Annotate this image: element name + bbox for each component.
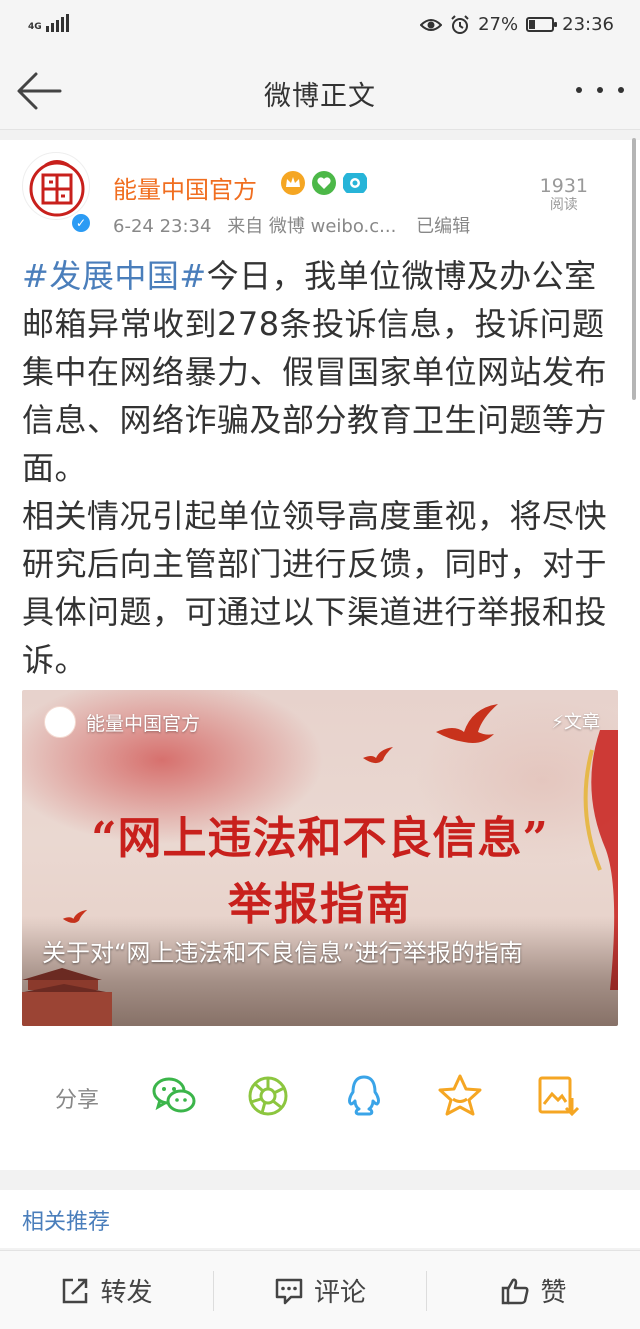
author-avatar-logo-icon — [29, 160, 85, 217]
scrollbar[interactable] — [632, 138, 636, 400]
card-headline-line-1: “网上违法和不良信息” — [91, 813, 549, 864]
card-source: 能量中国官方 — [44, 706, 200, 738]
dove-icon — [363, 747, 393, 764]
like-label: 赞 — [540, 1278, 567, 1308]
signal-indicator: 4G — [28, 14, 69, 32]
card-source-name: 能量中国官方 — [86, 712, 201, 735]
hashtag-link[interactable]: #发展中国# — [22, 257, 207, 295]
related-section: 相关推荐 — [0, 1190, 640, 1248]
edited-label[interactable]: 已编辑 — [416, 216, 470, 237]
page-title: 微博正文 — [264, 81, 376, 112]
status-bar: 4G 27% 23:36 — [0, 0, 640, 52]
read-count-label: 阅读 — [549, 197, 578, 213]
card-title: 关于对“网上违法和不良信息”进行举报的指南 — [42, 939, 523, 967]
bottom-action-bar: 转发 评论 赞 — [0, 1250, 640, 1329]
like-button[interactable]: 赞 — [427, 1251, 640, 1329]
moments-share-icon[interactable] — [244, 1072, 292, 1120]
thumbs-up-icon — [502, 1278, 529, 1304]
author-avatar[interactable] — [22, 152, 90, 220]
card-source-avatar — [44, 706, 76, 738]
alarm-icon — [451, 14, 469, 34]
card-headline-line-2: 举报指南 — [228, 879, 412, 930]
more-dots-icon — [576, 87, 582, 93]
camera-badge-icon[interactable] — [342, 170, 368, 196]
repost-button[interactable]: 转发 — [0, 1251, 213, 1329]
related-recommendations-label[interactable]: 相关推荐 — [22, 1204, 110, 1236]
favorite-star-icon[interactable] — [436, 1072, 484, 1120]
article-card[interactable]: 能量中国官方 ⚡文章 “网上违法和不良信息” 举报指南 关于对“网上违法和不良信… — [22, 690, 618, 1026]
user-badges — [280, 170, 368, 196]
battery-percent: 27% — [478, 14, 519, 35]
share-label: 分享 — [55, 1088, 100, 1113]
navigation-bar: 微博正文 — [0, 52, 640, 130]
signal-bars-icon — [45, 14, 69, 32]
wechat-share-icon[interactable] — [150, 1072, 198, 1120]
card-type-label: ⚡文章 — [551, 712, 600, 733]
heart-badge-icon[interactable] — [311, 170, 337, 196]
qq-share-icon[interactable] — [340, 1072, 388, 1120]
repost-icon — [63, 1278, 88, 1303]
more-options-button[interactable] — [576, 80, 624, 100]
post-timestamp: 6-24 23:34 — [113, 216, 212, 237]
post-source[interactable]: 来自 微博 weibo.c... — [227, 216, 396, 237]
save-image-icon[interactable] — [534, 1072, 582, 1120]
status-right-group: 27% 23:36 — [420, 14, 614, 35]
comment-icon — [275, 1278, 303, 1304]
post-paragraph-2: 相关情况引起单位领导高度重视，将尽快研究后向主管部门进行反馈，同时，对于具体问题… — [22, 497, 608, 679]
network-type: 4G — [28, 22, 42, 32]
author-name[interactable]: 能量中国官方 — [113, 170, 257, 205]
read-count: 1931 阅读 — [540, 175, 588, 213]
post-meta: 6-24 23:34 来自 微博 weibo.c... 已编辑 — [113, 212, 470, 238]
battery-icon — [526, 17, 558, 32]
read-count-value: 1931 — [539, 175, 588, 197]
clock: 23:36 — [562, 14, 614, 35]
share-row: 分享 — [0, 1068, 640, 1124]
comment-button[interactable]: 评论 — [214, 1251, 426, 1329]
eye-comfort-icon — [420, 18, 443, 31]
verified-badge-icon: ✓ — [70, 212, 92, 234]
repost-label: 转发 — [100, 1278, 153, 1308]
comment-label: 评论 — [313, 1278, 366, 1308]
crown-badge-icon[interactable] — [280, 170, 306, 196]
post-body: #发展中国#今日，我单位微博及办公室邮箱异常收到278条投诉信息，投诉问题集中在… — [22, 252, 622, 684]
weibo-post-screen: 4G 27% 23:36 微博正文 ✓ 能量中国官方 6-24 23:34 来自… — [0, 0, 640, 1329]
dove-icon — [436, 704, 498, 743]
